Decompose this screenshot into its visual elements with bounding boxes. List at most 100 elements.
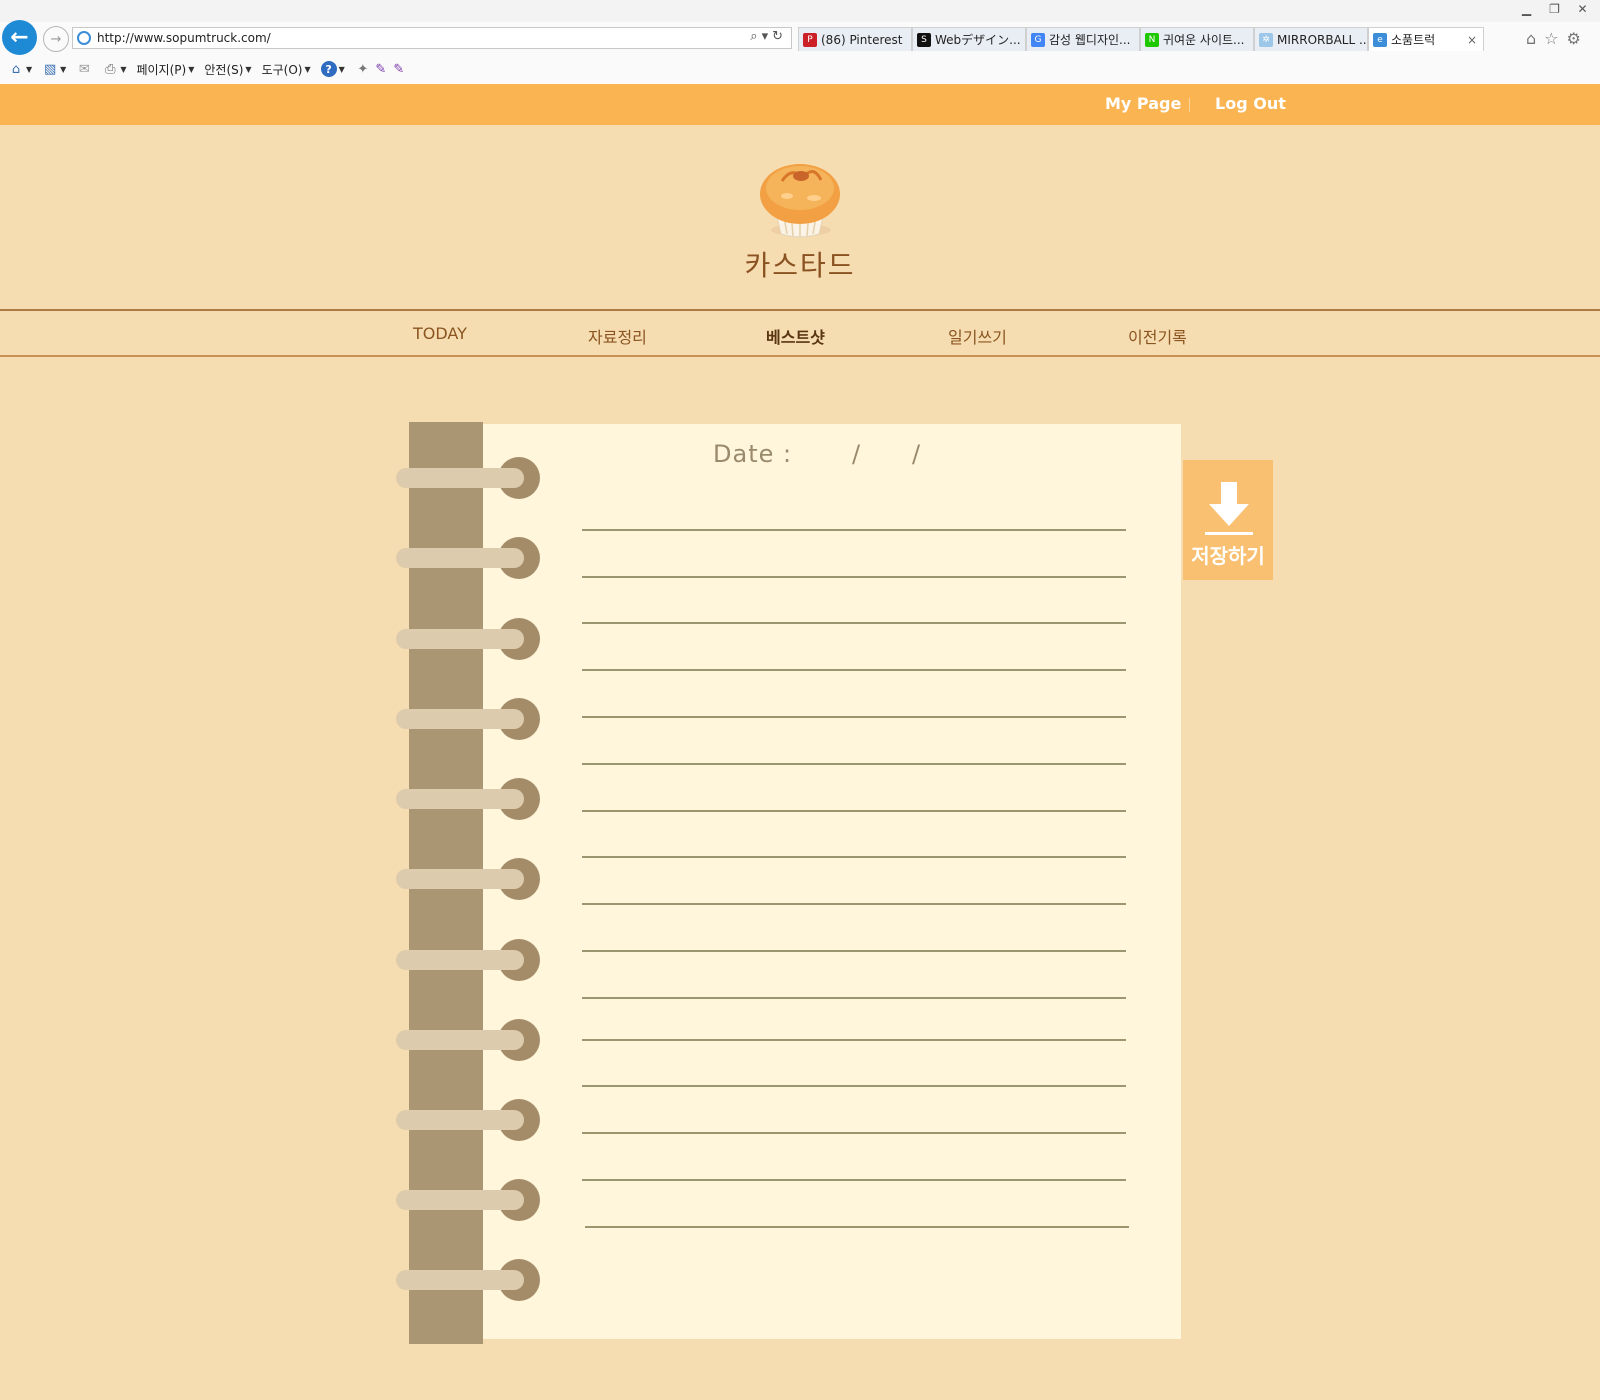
- ruled-line: [582, 1179, 1126, 1181]
- spiral-ring: [396, 1190, 524, 1210]
- ruled-line: [582, 903, 1126, 905]
- my-page-link[interactable]: My Page: [1105, 94, 1181, 113]
- window-controls: ▁ ❐ ✕: [1512, 0, 1596, 18]
- chevron-down-icon[interactable]: ▼: [26, 65, 32, 74]
- spiral-ring: [396, 1110, 524, 1130]
- browser-tab[interactable]: ✲ MIRRORBALL ...: [1254, 27, 1368, 51]
- address-bar[interactable]: http://www.sopumtruck.com/ ⌕▾↻: [72, 27, 792, 49]
- spiral-ring: [396, 468, 524, 488]
- logout-link[interactable]: Log Out: [1215, 94, 1286, 113]
- tab-label: MIRRORBALL ...: [1277, 32, 1368, 47]
- favorites-icon[interactable]: ☆: [1544, 29, 1558, 48]
- nav-item[interactable]: TODAY: [413, 324, 467, 343]
- browser-tab[interactable]: G 감성 웹디자인...: [1026, 27, 1140, 51]
- save-label: 저장하기: [1191, 544, 1265, 568]
- divider: [1189, 98, 1190, 112]
- chevron-down-icon[interactable]: ▼: [245, 65, 251, 74]
- url-text[interactable]: http://www.sopumtruck.com/: [97, 31, 271, 45]
- download-arrow-icon: [1205, 482, 1253, 535]
- chevron-down-icon[interactable]: ▼: [188, 65, 194, 74]
- nav-item[interactable]: 이전기록: [1128, 324, 1187, 348]
- ruled-line: [582, 810, 1126, 812]
- browser-tab[interactable]: e 소품트럭 ×: [1368, 27, 1484, 51]
- spiral-ring: [396, 1030, 524, 1050]
- date-slash-1: /: [852, 440, 861, 468]
- browser-right-icons: ⌂ ☆ ⚙: [1526, 29, 1581, 48]
- addon-icon[interactable]: ✦: [355, 61, 371, 77]
- help-icon[interactable]: ?: [320, 61, 337, 77]
- ruled-line: [582, 1085, 1126, 1087]
- close-window-icon[interactable]: ✕: [1569, 0, 1596, 18]
- search-refresh-icons[interactable]: ⌕▾↻: [750, 29, 787, 44]
- google-icon: G: [1031, 32, 1045, 47]
- browser-tab[interactable]: N 귀여운 사이트...: [1140, 27, 1254, 51]
- tab-strip: P (86) Pinterest S Webデザイン... G 감성 웹디자인... N 귀여…: [798, 27, 1484, 51]
- ruled-line: [582, 763, 1126, 765]
- restore-icon[interactable]: ❐: [1541, 0, 1568, 18]
- ie-icon: [77, 31, 91, 45]
- tab-label: 귀여운 사이트...: [1163, 33, 1245, 47]
- nav-item[interactable]: 자료정리: [588, 324, 647, 348]
- print-icon[interactable]: ⎙: [102, 61, 118, 77]
- date-label: Date :: [713, 440, 793, 468]
- page-menu[interactable]: 페이지(P): [136, 61, 186, 78]
- spiral-ring: [396, 869, 524, 889]
- notebook-page[interactable]: [483, 424, 1181, 1339]
- ie-icon: e: [1373, 32, 1387, 47]
- browser-tab[interactable]: S Webデザイン...: [912, 27, 1026, 51]
- ruled-line: [585, 1226, 1129, 1228]
- spiral-ring: [396, 950, 524, 970]
- ruled-line: [582, 950, 1126, 952]
- pinterest-icon: P: [803, 32, 817, 47]
- muffin-logo-icon[interactable]: [757, 156, 843, 242]
- spiral-ring: [396, 1270, 524, 1290]
- command-bar: ⌂ ▼ ▧ ▼ ✉ ⎙ ▼ 페이지(P) ▼ 안전(S) ▼ 도구(O) ▼ ? ▼ ✦ ✎ …: [8, 59, 409, 79]
- web-icon: S: [917, 32, 931, 47]
- close-tab-icon[interactable]: ×: [1467, 33, 1477, 47]
- browser-tab[interactable]: P (86) Pinterest: [798, 27, 912, 51]
- nav-item[interactable]: 베스트샷: [766, 324, 825, 348]
- ruled-line: [582, 529, 1126, 531]
- mirrorball-icon: ✲: [1259, 32, 1273, 47]
- ruled-line: [582, 716, 1126, 718]
- back-button[interactable]: ←: [2, 20, 37, 55]
- ruled-line: [582, 669, 1126, 671]
- chevron-down-icon[interactable]: ▼: [339, 65, 345, 74]
- settings-gear-icon[interactable]: ⚙: [1567, 29, 1581, 48]
- ruled-line: [582, 997, 1126, 999]
- home-icon[interactable]: ⌂: [1526, 29, 1536, 48]
- minimize-icon[interactable]: ▁: [1513, 0, 1540, 18]
- tab-label: Webデザイン...: [935, 33, 1021, 47]
- chevron-down-icon[interactable]: ▼: [304, 65, 310, 74]
- spiral-ring: [396, 789, 524, 809]
- arrow-left-icon: ←: [10, 25, 29, 50]
- brand-title: 카스타드: [744, 249, 856, 282]
- title-bar: ▁ ❐ ✕: [0, 0, 1600, 22]
- ruled-line: [582, 1039, 1126, 1041]
- tab-label: (86) Pinterest: [821, 32, 903, 47]
- chevron-down-icon[interactable]: ▼: [60, 65, 66, 74]
- chevron-down-icon[interactable]: ▼: [120, 65, 126, 74]
- top-bar: My Page Log Out: [0, 84, 1600, 125]
- rss-icon[interactable]: ▧: [42, 61, 58, 77]
- onenote-icon[interactable]: ✎: [373, 61, 389, 77]
- save-button[interactable]: 저장하기: [1183, 460, 1273, 580]
- tab-label: 감성 웹디자인...: [1049, 33, 1131, 47]
- date-slash-2: /: [912, 440, 921, 468]
- onenote-linked-icon[interactable]: ✎: [391, 61, 407, 77]
- forward-button[interactable]: →: [43, 26, 69, 52]
- safety-menu[interactable]: 안전(S): [204, 61, 243, 78]
- browser-chrome: ▁ ❐ ✕ ← → http://www.sopumtruck.com/ ⌕▾↻…: [0, 0, 1600, 85]
- nav-item[interactable]: 일기쓰기: [948, 324, 1007, 348]
- ruled-line: [582, 856, 1126, 858]
- ruled-line: [582, 622, 1126, 624]
- home-icon[interactable]: ⌂: [8, 61, 24, 77]
- naver-icon: N: [1145, 32, 1159, 47]
- spiral-ring: [396, 709, 524, 729]
- spiral-ring: [396, 629, 524, 649]
- tools-menu[interactable]: 도구(O): [262, 61, 303, 78]
- ruled-line: [582, 1132, 1126, 1134]
- mail-icon[interactable]: ✉: [76, 61, 92, 77]
- tab-label: 소품트럭: [1391, 33, 1436, 47]
- spiral-ring: [396, 548, 524, 568]
